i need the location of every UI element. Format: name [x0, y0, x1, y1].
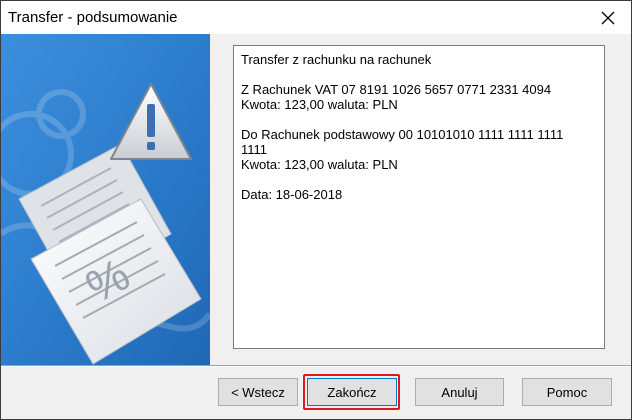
finish-button[interactable]: Zakończ: [307, 378, 397, 406]
back-button[interactable]: < Wstecz: [218, 378, 298, 406]
summary-line-blank: [241, 172, 598, 187]
dialog-client-area: % Transfer z rachunku na rachunek Z Rach…: [1, 34, 631, 419]
summary-line-blank: [241, 67, 598, 82]
wizard-side-panel: %: [1, 34, 210, 367]
summary-line-to-amount: Kwota: 123,00 waluta: PLN: [241, 157, 398, 172]
summary-line-blank: [241, 112, 598, 127]
summary-line-to-account-cont: 1111: [241, 142, 268, 157]
close-button[interactable]: [585, 1, 631, 34]
close-icon: [601, 11, 615, 24]
window-title: Transfer - podsumowanie: [8, 9, 178, 26]
cancel-button[interactable]: Anuluj: [415, 378, 504, 406]
summary-text-box[interactable]: Transfer z rachunku na rachunek Z Rachun…: [233, 45, 605, 349]
dialog-window: Transfer - podsumowanie % Transfer z rac…: [0, 0, 632, 420]
title-bar[interactable]: Transfer - podsumowanie: [1, 1, 631, 34]
summary-line-to-account: Do Rachunek podstawowy 00 10101010 1111 …: [241, 127, 564, 142]
wizard-illustration: %: [1, 34, 210, 367]
button-separator: [1, 365, 631, 367]
summary-line-from-account: Z Rachunek VAT 07 8191 1026 5657 0771 23…: [241, 82, 552, 97]
help-button[interactable]: Pomoc: [522, 378, 612, 406]
summary-line-date: Data: 18-06-2018: [241, 187, 343, 202]
summary-line-title: Transfer z rachunku na rachunek: [241, 52, 432, 67]
summary-line-from-amount: Kwota: 123,00 waluta: PLN: [241, 97, 398, 112]
